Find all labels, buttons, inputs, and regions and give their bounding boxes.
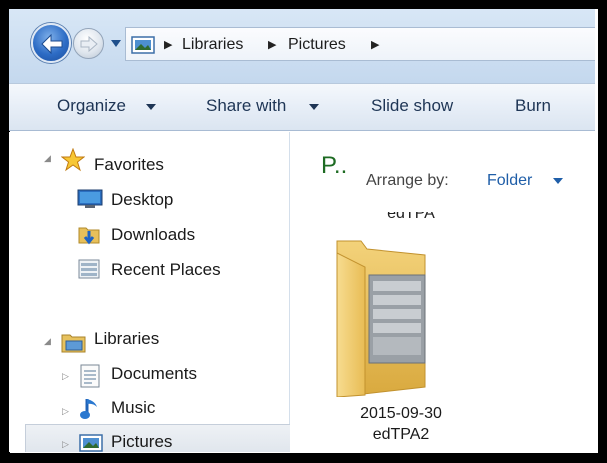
pictures-icon xyxy=(79,434,103,452)
folder-icon[interactable] xyxy=(333,237,433,397)
sidebar-item-downloads[interactable]: Downloads xyxy=(111,225,195,245)
burn-button[interactable]: Burn xyxy=(515,96,551,116)
folder-label[interactable]: 2015-09-30 edTPA2 xyxy=(341,403,461,445)
navigation-bar: ▶ Libraries ▶ Pictures ▶ xyxy=(9,9,595,83)
downloads-icon xyxy=(78,227,100,245)
forward-arrow-icon xyxy=(80,36,98,52)
expanded-arrow-icon[interactable]: ◢ xyxy=(44,153,51,164)
sidebar-item-documents[interactable]: Documents xyxy=(111,364,197,384)
sidebar-item-recent-places[interactable]: Recent Places xyxy=(111,260,221,280)
address-bar[interactable]: ▶ Libraries ▶ Pictures ▶ xyxy=(125,27,595,61)
sidebar-item-pictures-label: Pictures xyxy=(111,432,173,451)
chevron-down-icon[interactable] xyxy=(553,178,563,185)
chevron-down-icon[interactable] xyxy=(146,104,156,111)
pictures-library-icon xyxy=(131,36,155,54)
command-bar: Organize Share with Slide show Burn xyxy=(9,83,595,131)
explorer-window: ▶ Libraries ▶ Pictures ▶ Organize Share … xyxy=(9,9,595,452)
share-with-button[interactable]: Share with xyxy=(206,96,286,116)
breadcrumb-libraries[interactable]: Libraries xyxy=(182,36,243,54)
slide-show-button[interactable]: Slide show xyxy=(371,96,453,116)
libraries-label[interactable]: Libraries xyxy=(94,329,159,349)
libraries-icon xyxy=(61,334,86,353)
collapsed-arrow-icon[interactable]: ▷ xyxy=(62,439,69,450)
breadcrumb-separator-icon[interactable]: ▶ xyxy=(164,38,172,51)
recent-places-icon xyxy=(78,259,100,279)
partial-item-label[interactable]: edTPA xyxy=(371,212,451,224)
library-title: P.. xyxy=(321,152,348,179)
desktop-icon xyxy=(77,189,103,208)
expanded-arrow-icon[interactable]: ◢ xyxy=(44,336,51,347)
recent-pages-dropdown-icon[interactable] xyxy=(110,39,122,48)
breadcrumb-pictures[interactable]: Pictures xyxy=(288,36,346,54)
collapsed-arrow-icon[interactable]: ▷ xyxy=(62,371,69,382)
content-pane: P.. Arrange by: Folder edTPA 2015-09-30 … xyxy=(291,132,595,452)
organize-button[interactable]: Organize xyxy=(57,96,126,116)
favorites-label[interactable]: Favorites xyxy=(94,155,164,175)
arrange-by-label: Arrange by: xyxy=(366,172,449,189)
arrange-by-dropdown[interactable]: Folder xyxy=(487,172,532,190)
folder-name-line1: 2015-09-30 xyxy=(360,405,442,422)
breadcrumb-separator-icon[interactable]: ▶ xyxy=(268,38,276,51)
breadcrumb-separator-icon[interactable]: ▶ xyxy=(371,38,379,51)
folder-name-line2: edTPA2 xyxy=(372,426,430,443)
documents-icon xyxy=(80,364,100,388)
chevron-down-icon[interactable] xyxy=(309,104,319,111)
back-button[interactable] xyxy=(31,23,71,63)
collapsed-arrow-icon[interactable]: ▷ xyxy=(62,406,69,417)
sidebar-item-music[interactable]: Music xyxy=(111,398,155,418)
music-icon xyxy=(80,399,97,419)
navigation-pane: ◢ Favorites Desktop Downloads Recent Pla… xyxy=(9,132,290,452)
sidebar-item-desktop[interactable]: Desktop xyxy=(111,190,173,210)
forward-button[interactable] xyxy=(73,28,104,59)
star-icon xyxy=(61,148,85,172)
back-arrow-icon xyxy=(41,33,63,55)
